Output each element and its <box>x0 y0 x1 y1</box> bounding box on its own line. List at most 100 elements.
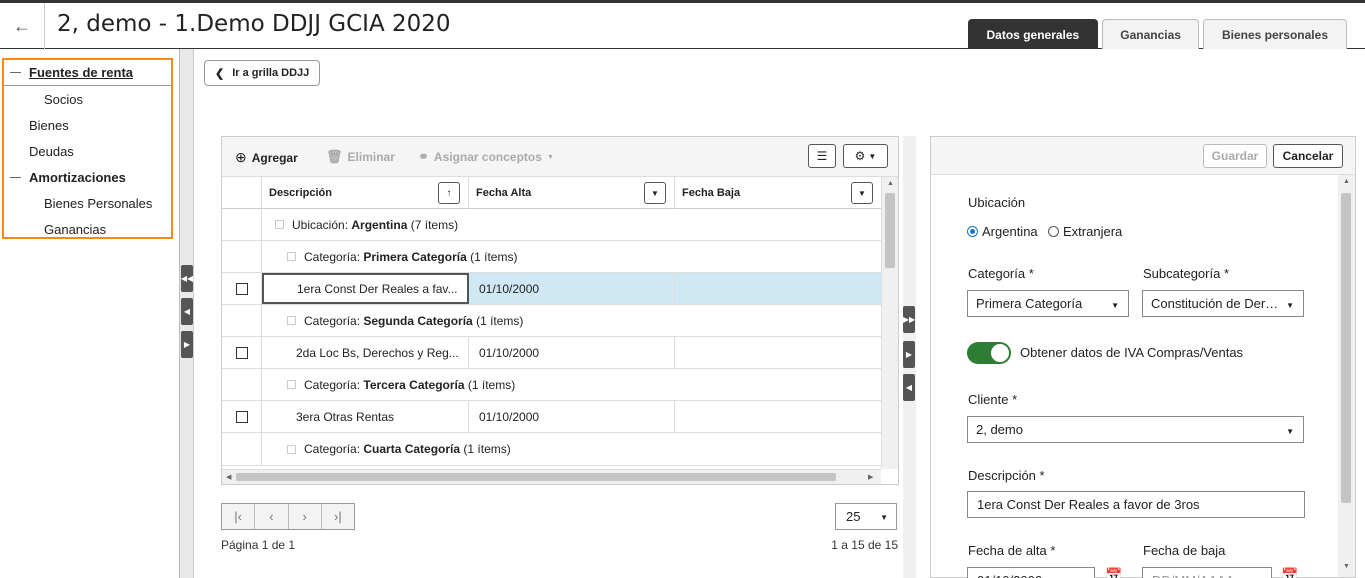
cliente-select[interactable]: 2, demo ▼ <box>967 416 1304 443</box>
calendar-icon[interactable]: 📅 <box>1105 567 1122 578</box>
cell-fecha-baja[interactable] <box>675 337 881 368</box>
cell-descripcion[interactable]: 2da Loc Bs, Derechos y Reg... <box>262 337 469 368</box>
subcategoria-select[interactable]: Constitución de Der… ▼ <box>1142 290 1304 317</box>
add-button[interactable]: ⊕ Agregar <box>235 149 298 166</box>
double-chevron-left-icon[interactable]: ◀◀ <box>181 265 193 292</box>
fecha-alta-input[interactable]: 01/10/2000 <box>967 567 1095 578</box>
group-row[interactable]: Categoría: Primera Categoría (1 ítems) <box>222 241 881 273</box>
panel-splitter[interactable]: ▶▶ ▶ ◀ <box>903 136 916 578</box>
table-row[interactable]: 3era Otras Rentas 01/10/2000 <box>222 401 881 433</box>
cell-descripcion[interactable]: 1era Const Der Reales a fav... <box>262 273 469 304</box>
expand-icon[interactable] <box>287 380 296 389</box>
scroll-thumb[interactable] <box>236 473 836 481</box>
scroll-up-icon[interactable]: ▲ <box>1343 178 1350 185</box>
column-header-fecha-baja[interactable]: Fecha Baja ▼ <box>675 177 881 209</box>
chevron-right-icon[interactable]: ▶ <box>181 331 193 358</box>
sidebar-item-ganancias[interactable]: Ganancias <box>4 216 171 242</box>
sidebar-item-bienes[interactable]: Bienes <box>4 112 171 138</box>
sidebar-item-deudas[interactable]: Deudas <box>4 138 171 164</box>
calendar-icon[interactable]: 📅 <box>1281 567 1298 578</box>
sidebar-item-socios[interactable]: Socios <box>4 86 171 112</box>
back-to-grid-button[interactable]: ❮ Ir a grilla DDJJ <box>204 60 321 86</box>
delete-button[interactable]: 🗑 Eliminar <box>326 149 395 165</box>
group-value: Argentina <box>351 217 408 232</box>
tab-bar: Datos generales Ganancias Bienes persona… <box>967 19 1347 49</box>
trash-icon: 🗑 <box>326 149 343 164</box>
group-cell: Ubicación: Argentina (7 ítems) <box>262 209 881 240</box>
table-row[interactable]: 2da Loc Bs, Derechos y Reg... 01/10/2000 <box>222 337 881 369</box>
scroll-up-icon[interactable]: ▲ <box>887 180 894 187</box>
next-page-button[interactable]: › <box>288 504 322 529</box>
chevron-down-icon: ▼ <box>880 513 888 522</box>
cell-fecha-alta[interactable]: 01/10/2000 <box>469 337 675 368</box>
categoria-select[interactable]: Primera Categoría ▼ <box>967 290 1129 317</box>
expand-icon[interactable] <box>275 220 284 229</box>
iva-toggle[interactable] <box>967 342 1011 364</box>
group-row[interactable]: Categoría: Tercera Categoría (1 ítems) <box>222 369 881 401</box>
cell-fecha-alta[interactable]: 01/10/2000 <box>469 273 675 304</box>
cell-fecha-alta[interactable]: 01/10/2000 <box>469 401 675 432</box>
radio-argentina[interactable]: Argentina <box>967 224 1038 239</box>
radio-extranjera[interactable]: Extranjera <box>1048 224 1122 239</box>
cell-fecha-baja[interactable] <box>675 401 881 432</box>
last-page-button[interactable]: ›| <box>321 504 354 529</box>
row-gutter <box>222 305 262 336</box>
scroll-thumb[interactable] <box>885 193 895 268</box>
group-row[interactable]: Ubicación: Argentina (7 ítems) <box>222 209 881 241</box>
cliente-value: 2, demo <box>976 422 1023 437</box>
scroll-thumb[interactable] <box>1341 193 1351 503</box>
page-size-select[interactable]: 25 ▼ <box>835 503 897 530</box>
column-label: Descripción <box>269 187 332 199</box>
prev-page-button[interactable]: ‹ <box>255 504 289 529</box>
sidebar-item-amortizaciones[interactable]: Amortizaciones <box>4 164 171 190</box>
expand-icon[interactable] <box>287 444 296 454</box>
chevron-down-icon[interactable]: ▼ <box>851 182 873 204</box>
group-cell: Categoría: Primera Categoría (1 ítems) <box>262 241 881 272</box>
cancel-button[interactable]: Cancelar <box>1273 144 1343 168</box>
double-chevron-right-icon[interactable]: ▶▶ <box>903 306 915 333</box>
first-page-button[interactable]: |‹ <box>222 504 256 529</box>
table-row[interactable]: 1era Const Der Reales a fav... 01/10/200… <box>222 273 881 305</box>
chevron-left-icon[interactable]: ◀ <box>903 374 915 401</box>
cell-descripcion[interactable]: 3era Otras Rentas <box>262 401 469 432</box>
column-header-descripcion[interactable]: Descripción ↑ <box>262 177 469 209</box>
scroll-right-icon[interactable]: ▶ <box>868 473 873 481</box>
row-checkbox[interactable] <box>235 282 248 295</box>
chevron-down-icon[interactable]: ▼ <box>644 182 666 204</box>
group-row[interactable]: Categoría: Cuarta Categoría (1 ítems) <box>222 433 881 466</box>
back-button[interactable]: ← <box>0 3 45 49</box>
scroll-left-icon[interactable]: ◀ <box>226 473 231 481</box>
chevron-right-icon[interactable]: ▶ <box>903 341 915 368</box>
fecha-baja-input[interactable]: DD/MM/AAAA <box>1142 567 1272 578</box>
chevron-left-icon[interactable]: ◀ <box>181 298 193 325</box>
assign-concepts-button[interactable]: ⚭ Asignar conceptos ▼ <box>418 149 554 165</box>
row-checkbox[interactable] <box>235 346 248 359</box>
group-row[interactable]: Categoría: Segunda Categoría (1 ítems) <box>222 305 881 337</box>
tab-bienes-personales[interactable]: Bienes personales <box>1202 19 1347 49</box>
group-toggle-button[interactable]: ☰ <box>808 144 836 168</box>
sidebar-item-fuentes-de-renta[interactable]: Fuentes de renta <box>4 60 171 86</box>
cell-fecha-baja[interactable] <box>675 273 881 304</box>
column-header-fecha-alta[interactable]: Fecha Alta ▼ <box>469 177 675 209</box>
chevron-left-icon: ‹ <box>269 509 274 524</box>
sidebar-splitter[interactable]: ◀◀ ◀ ▶ <box>180 49 194 578</box>
expand-icon[interactable] <box>287 252 296 261</box>
grid-vertical-scrollbar[interactable]: ▲ <box>881 177 898 469</box>
scroll-down-icon[interactable]: ▼ <box>1343 563 1350 570</box>
gear-icon: ⚙ <box>854 149 866 163</box>
tab-datos-generales[interactable]: Datos generales <box>967 19 1099 49</box>
sort-icon[interactable]: ↑ <box>438 182 460 204</box>
expand-icon[interactable] <box>287 316 296 325</box>
subcategoria-label: Subcategoría * <box>1143 266 1230 281</box>
collapse-icon[interactable] <box>10 72 21 73</box>
collapse-icon[interactable] <box>10 176 21 178</box>
descripcion-input[interactable]: 1era Const Der Reales a favor de 3ros <box>967 491 1305 518</box>
fecha-alta-label: Fecha de alta * <box>968 543 1056 558</box>
save-button[interactable]: Guardar <box>1203 144 1267 168</box>
row-checkbox[interactable] <box>235 410 248 423</box>
grid-horizontal-scrollbar[interactable]: ◀ ▶ <box>222 469 881 484</box>
tab-ganancias[interactable]: Ganancias <box>1102 19 1199 49</box>
settings-button[interactable]: ⚙ ▼ <box>843 144 888 168</box>
form-vertical-scrollbar[interactable]: ▲ ▼ <box>1338 175 1355 577</box>
sidebar-item-bienes-personales[interactable]: Bienes Personales <box>4 190 171 216</box>
